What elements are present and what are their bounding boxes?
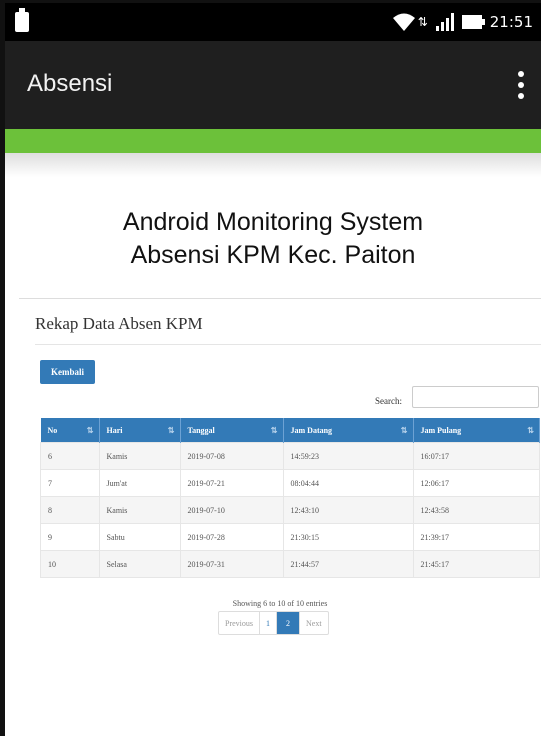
- banner-line-1: Android Monitoring System: [122, 208, 424, 236]
- status-icons: ⇅ 21:51: [392, 9, 533, 35]
- overflow-menu-icon[interactable]: [517, 71, 525, 99]
- pagination-page-1[interactable]: 1: [260, 612, 277, 634]
- cell-hari: Jum'at: [99, 469, 181, 497]
- table-row: 10 Selasa 2019-07-31 21:44:57 21:45:17: [40, 550, 540, 578]
- column-header-jam-pulang[interactable]: Jam Pulang ⇅: [413, 418, 540, 443]
- banner-heading: Android Monitoring System Absensi KPM Ke…: [5, 206, 541, 272]
- app-bar: Absensi: [5, 41, 541, 129]
- search-label: Search:: [375, 396, 402, 406]
- cell-tanggal: 2019-07-10: [180, 496, 284, 524]
- cell-jam-pulang: 21:45:17: [413, 550, 540, 578]
- cell-jam-datang: 21:44:57: [283, 550, 414, 578]
- cell-no: 9: [40, 523, 100, 551]
- column-header-jam-datang[interactable]: Jam Datang ⇅: [283, 418, 414, 443]
- cell-jam-datang: 08:04:44: [283, 469, 414, 497]
- back-button[interactable]: Kembali: [40, 360, 95, 384]
- cell-hari: Kamis: [99, 442, 181, 470]
- cell-no: 7: [40, 469, 100, 497]
- panel-title: Rekap Data Absen KPM: [35, 314, 203, 333]
- table-row: 6 Kamis 2019-07-08 14:59:23 16:07:17: [40, 442, 540, 470]
- pagination-previous[interactable]: Previous: [219, 612, 260, 634]
- sort-icon: ⇅: [527, 426, 534, 435]
- cell-no: 10: [40, 550, 100, 578]
- sort-icon: ⇅: [270, 426, 278, 435]
- cell-jam-datang: 14:59:23: [283, 442, 414, 470]
- cell-tanggal: 2019-07-21: [180, 469, 284, 497]
- status-time: 21:51: [489, 13, 533, 31]
- pagination: Previous 1 2 Next: [218, 611, 329, 635]
- attendance-table: No ⇅ Hari ⇅ Tanggal ⇅ Jam Datang ⇅ Jam Pulan…: [40, 418, 540, 578]
- cell-tanggal: 2019-07-28: [180, 523, 284, 551]
- sim-card-icon: [15, 8, 29, 32]
- cell-jam-pulang: 21:39:17: [413, 523, 540, 551]
- cell-no: 8: [40, 496, 100, 524]
- wifi-icon: [392, 13, 415, 31]
- webview-panel: Rekap Data Absen KPM Kembali Search: No ⇅…: [19, 298, 541, 635]
- table-info: Showing 6 to 10 of 10 entries: [232, 599, 328, 608]
- cell-jam-pulang: 16:07:17: [413, 442, 540, 470]
- cell-tanggal: 2019-07-08: [180, 442, 284, 470]
- table-row: 9 Sabtu 2019-07-28 21:30:15 21:39:17: [40, 523, 540, 551]
- data-activity-icon: ⇅: [417, 15, 428, 29]
- sort-icon: ⇅: [400, 426, 408, 435]
- cell-jam-pulang: 12:43:58: [413, 496, 540, 524]
- accent-bar: [5, 129, 541, 153]
- phone-screen: ⇅ 21:51 Absensi Android Monitoring Syste…: [0, 0, 541, 736]
- search-input[interactable]: [412, 386, 539, 408]
- pagination-next[interactable]: Next: [300, 612, 328, 634]
- column-header-hari[interactable]: Hari ⇅: [99, 418, 181, 443]
- column-header-no[interactable]: No ⇅: [40, 418, 100, 443]
- cell-hari: Selasa: [99, 550, 181, 578]
- cell-jam-pulang: 12:06:17: [413, 469, 540, 497]
- cell-jam-datang: 21:30:15: [283, 523, 414, 551]
- banner-line-2: Absensi KPM Kec. Paiton: [130, 241, 416, 269]
- panel-divider: [35, 344, 541, 345]
- cell-hari: Kamis: [99, 496, 181, 524]
- table-row: 7 Jum'at 2019-07-21 08:04:44 12:06:17: [40, 469, 540, 497]
- signal-icon: [435, 13, 454, 31]
- cell-no: 6: [40, 442, 100, 470]
- app-title: Absensi: [27, 70, 113, 97]
- battery-icon: [461, 15, 485, 29]
- status-bar: ⇅ 21:51: [5, 3, 541, 41]
- table-row: 8 Kamis 2019-07-10 12:43:10 12:43:58: [40, 496, 540, 524]
- column-header-tanggal[interactable]: Tanggal ⇅: [180, 418, 284, 443]
- sort-icon: ⇅: [167, 426, 175, 435]
- pagination-page-2[interactable]: 2: [277, 612, 300, 634]
- cell-hari: Sabtu: [99, 523, 181, 551]
- accent-shadow: [5, 153, 541, 177]
- sort-asc-icon: ⇅: [86, 426, 94, 435]
- cell-jam-datang: 12:43:10: [283, 496, 414, 524]
- cell-tanggal: 2019-07-31: [180, 550, 284, 578]
- table-header-row: No ⇅ Hari ⇅ Tanggal ⇅ Jam Datang ⇅ Jam Pulan…: [40, 418, 540, 443]
